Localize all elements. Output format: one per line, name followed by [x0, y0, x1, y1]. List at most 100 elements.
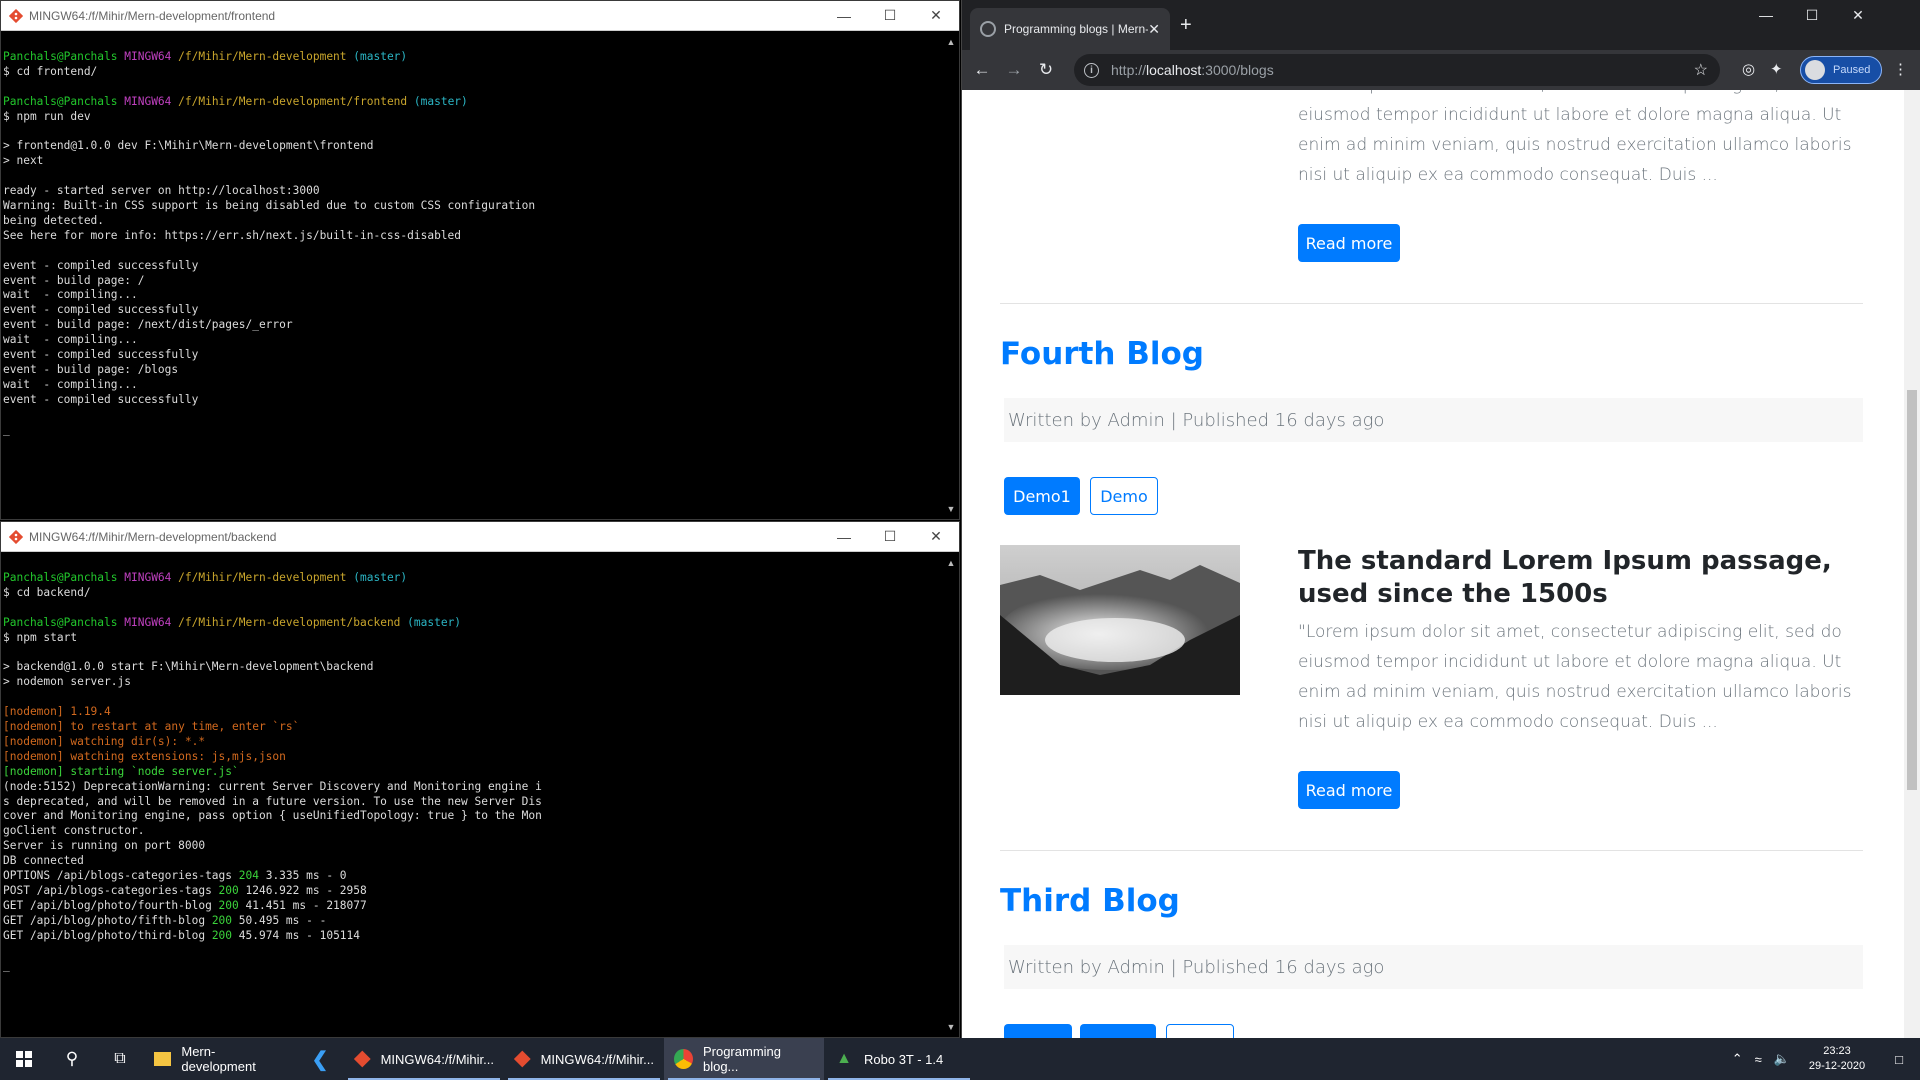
maximize-button[interactable]: ☐: [867, 1, 913, 31]
new-tab-button[interactable]: +: [1180, 14, 1192, 37]
terminal-titlebar[interactable]: MINGW64:/f/Mihir/Mern-development/fronte…: [1, 1, 959, 31]
terminal-line: OPTIONS /api/blogs-categories-tags 204 3…: [3, 869, 943, 884]
terminal-output[interactable]: Panchals@Panchals MINGW64 /f/Mihir/Mern-…: [1, 32, 943, 519]
terminal-line: cover and Monitoring engine, pass option…: [3, 809, 943, 824]
taskbar-app-gitbash-1[interactable]: MINGW64:/f/Mihir...: [344, 1038, 504, 1080]
minimize-button[interactable]: —: [1743, 0, 1789, 30]
volume-icon[interactable]: 🔈: [1768, 1038, 1796, 1080]
post-excerpt: "Lorem ipsum dolor sit amet, consectetur…: [1298, 90, 1852, 185]
scroll-up-icon[interactable]: ▲: [943, 34, 959, 50]
maximize-button[interactable]: ☐: [867, 522, 913, 552]
bookmark-star-icon[interactable]: ☆: [1694, 60, 1708, 80]
terminal-scrollbar[interactable]: ▲ ▼: [943, 32, 959, 519]
terminal-title: MINGW64:/f/Mihir/Mern-development/fronte…: [29, 8, 276, 23]
terminal-window-frontend[interactable]: MINGW64:/f/Mihir/Mern-development/fronte…: [0, 0, 960, 520]
start-button[interactable]: [0, 1038, 48, 1080]
search-icon: ⚲: [65, 1049, 79, 1068]
search-button[interactable]: ⚲: [48, 1038, 96, 1080]
terminal-line: $ cd frontend/: [3, 65, 943, 80]
category-tag-button[interactable]: Demo1: [1004, 477, 1080, 515]
clock[interactable]: 23:23 29-12-2020: [1796, 1038, 1878, 1080]
terminal-text: $ cd backend/: [3, 585, 91, 599]
terminal-text: s deprecated, and will be removed in a f…: [3, 794, 542, 808]
browser-window[interactable]: Programming blogs | Mern-Test ✕ + — ☐ ✕ …: [961, 0, 1920, 1038]
close-tab-icon[interactable]: ✕: [1148, 21, 1160, 38]
browser-tab[interactable]: Programming blogs | Mern-Test ✕: [970, 8, 1170, 50]
category-tag-button[interactable]: [1080, 1024, 1156, 1038]
address-bar[interactable]: i http://localhost:3000/blogs ☆: [1074, 54, 1720, 86]
taskbar-app-explorer[interactable]: Mern-development: [144, 1038, 296, 1080]
terminal-text: event - compiled successfully: [3, 348, 199, 362]
forward-icon[interactable]: →: [998, 54, 1030, 86]
notifications-button[interactable]: □: [1878, 1038, 1920, 1080]
scroll-down-icon[interactable]: ▼: [943, 1019, 959, 1035]
terminal-line: $ npm start: [3, 631, 943, 646]
terminal-text: event - compiled successfully: [3, 392, 199, 406]
terminal-output[interactable]: Panchals@Panchals MINGW64 /f/Mihir/Mern-…: [1, 553, 943, 1037]
post-title-link[interactable]: Fourth Blog: [1000, 336, 1204, 372]
url-host: localhost: [1146, 62, 1202, 78]
git-bash-icon: [354, 1050, 371, 1068]
post-title-link[interactable]: Third Blog: [1000, 883, 1180, 919]
terminal-text: wait - compiling...: [3, 377, 138, 391]
taskbar-app-chrome[interactable]: Programming blog...: [664, 1038, 824, 1080]
tag-button[interactable]: Demo: [1090, 477, 1158, 515]
menu-kebab-icon[interactable]: ⋮: [1893, 60, 1908, 78]
scroll-down-icon[interactable]: ▼: [943, 501, 959, 517]
terminal-text: ready - started server on http://localho…: [3, 184, 320, 198]
terminal-text: (node:5152) DeprecationWarning: current …: [3, 779, 542, 793]
minimize-button[interactable]: —: [821, 522, 867, 552]
post-thumbnail-image[interactable]: [1000, 545, 1240, 695]
terminal-text: Panchals@Panchals: [3, 50, 125, 63]
terminal-text: /f/Mihir/Mern-development: [178, 50, 354, 63]
taskbar-app-label: Mern-development: [181, 1044, 256, 1074]
terminal-scrollbar[interactable]: ▲ ▼: [943, 553, 959, 1037]
back-icon[interactable]: ←: [966, 54, 998, 86]
terminal-line: event - build page: /: [3, 274, 943, 289]
terminal-text: $ npm start: [3, 630, 78, 644]
terminal-text: 204: [238, 869, 259, 883]
terminal-line: Panchals@Panchals MINGW64 /f/Mihir/Mern-…: [3, 95, 943, 110]
taskbar-app-robo3t[interactable]: ▲ Robo 3T - 1.4: [824, 1038, 974, 1080]
terminal-text: 200: [218, 898, 239, 912]
taskbar-app-gitbash-2[interactable]: MINGW64:/f/Mihir...: [504, 1038, 664, 1080]
terminal-text: _: [3, 422, 10, 436]
profile-button[interactable]: Paused: [1800, 56, 1882, 84]
network-icon[interactable]: ≈: [1749, 1038, 1768, 1080]
maximize-button[interactable]: ☐: [1789, 0, 1835, 30]
git-bash-icon: [9, 529, 23, 544]
tag-button[interactable]: [1166, 1024, 1234, 1038]
taskbar-app-vscode[interactable]: ❮: [296, 1038, 344, 1080]
read-more-button[interactable]: Read more: [1298, 224, 1400, 262]
post-meta-text: Written by Admin | Published 16 days ago: [1008, 956, 1385, 978]
terminal-text: Warning: Built-in CSS support is being d…: [3, 199, 536, 213]
terminal-line: event - compiled successfully: [3, 348, 943, 363]
reload-icon[interactable]: ↻: [1030, 54, 1062, 86]
terminal-line: (node:5152) DeprecationWarning: current …: [3, 780, 943, 795]
show-hidden-icons-button[interactable]: ⌃: [1726, 1038, 1749, 1080]
close-button[interactable]: ✕: [1835, 0, 1881, 30]
info-icon[interactable]: i: [1084, 62, 1099, 78]
close-button[interactable]: ✕: [913, 1, 959, 31]
terminal-titlebar[interactable]: MINGW64:/f/Mihir/Mern-development/backen…: [1, 522, 959, 552]
close-button[interactable]: ✕: [913, 522, 959, 552]
category-tag-button[interactable]: [1004, 1024, 1072, 1038]
page-scrollbar[interactable]: [1904, 90, 1920, 1038]
post-heading: The standard Lorem Ipsum passage, used s…: [1298, 546, 1832, 609]
minimize-button[interactable]: —: [821, 1, 867, 31]
terminal-window-backend[interactable]: MINGW64:/f/Mihir/Mern-development/backen…: [0, 521, 960, 1038]
terminal-text: Panchals@Panchals: [3, 94, 125, 108]
scroll-up-icon[interactable]: ▲: [943, 555, 959, 571]
scrollbar-thumb[interactable]: [1907, 390, 1917, 790]
terminal-text: $ npm run dev: [3, 109, 91, 123]
terminal-line: See here for more info: https://err.sh/n…: [3, 229, 943, 244]
read-more-button[interactable]: Read more: [1298, 771, 1400, 809]
task-view-button[interactable]: ⧉: [96, 1038, 144, 1080]
extension-circle-icon[interactable]: ◎: [1742, 60, 1755, 78]
terminal-text: [nodemon] 1.19.4: [3, 705, 111, 719]
terminal-line: $ npm run dev: [3, 110, 943, 125]
extensions-puzzle-icon[interactable]: ✦: [1770, 60, 1783, 78]
